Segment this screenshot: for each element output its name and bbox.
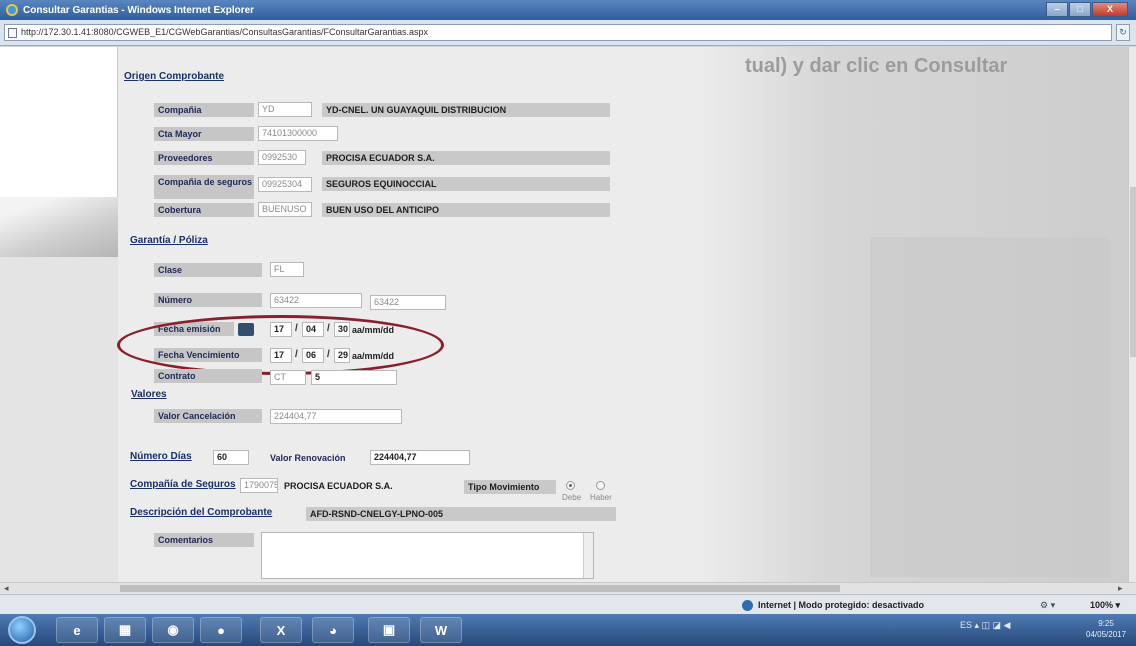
compania-seguros-label: Compañia de seguros: [154, 175, 254, 199]
project-taskbar-icon[interactable]: ▣: [368, 617, 410, 643]
proveedores-name: PROCISA ECUADOR S.A.: [322, 151, 610, 165]
comentarios-label: Comentarios: [154, 533, 254, 547]
security-zone-text: Internet | Modo protegido: desactivado: [758, 600, 925, 610]
clock-date: 04/05/2017: [1086, 630, 1127, 639]
compania-name: YD-CNEL. UN GUAYAQUIL DISTRIBUCION: [322, 103, 610, 117]
system-tray[interactable]: ES ▴ ◫ ◪ ◀: [960, 620, 1010, 631]
firefox-taskbar-icon[interactable]: ◕: [312, 617, 354, 643]
refresh-button[interactable]: ↻: [1116, 24, 1130, 41]
numero-dias-field[interactable]: 60: [213, 450, 249, 465]
numero-label: Número: [154, 293, 262, 307]
descripcion-label: Descripción del Comprobante: [130, 507, 273, 518]
left-strip: [0, 257, 118, 582]
url-text: http://172.30.1.41:8080/CGWEB_E1/CGWebGa…: [21, 27, 429, 37]
chrome-taskbar-icon[interactable]: ◉: [152, 617, 194, 643]
ie-taskbar-icon[interactable]: e: [56, 617, 98, 643]
horizontal-scroll-thumb[interactable]: [120, 585, 840, 592]
taskbar-clock[interactable]: 9:25 04/05/2017: [1086, 618, 1126, 640]
page-content: tual) y dar clic en Consultar Origen Com…: [0, 47, 1128, 582]
taskbar: e ▦ ◉ ● X ◕ ▣ W ES ▴ ◫ ◪ ◀ 9:25 04/05/20…: [0, 614, 1136, 646]
status-bar: Internet | Modo protegido: desactivado ⚙…: [0, 594, 1136, 614]
word-taskbar-icon[interactable]: W: [420, 617, 462, 643]
garantia-section-title: Garantía / Póliza: [130, 235, 208, 246]
banner-swoosh: [0, 197, 118, 257]
media-taskbar-icon[interactable]: ●: [200, 617, 242, 643]
explorer-taskbar-icon[interactable]: ▦: [104, 617, 146, 643]
window-title: Consultar Garantias - Windows Internet E…: [23, 4, 255, 16]
maximize-button[interactable]: □: [1069, 2, 1091, 17]
zoom-level[interactable]: 100% ▾: [1090, 598, 1120, 612]
valor-cancelacion-field[interactable]: 224404,77: [270, 409, 402, 424]
valor-renovacion-label: Valor Renovación: [270, 453, 346, 463]
valor-cancelacion-label: Valor Cancelación: [154, 409, 262, 423]
comentarios-textarea[interactable]: [261, 532, 594, 579]
close-button[interactable]: X: [1092, 2, 1128, 17]
debe-label: Debe: [562, 493, 582, 502]
clase-field[interactable]: FL: [270, 262, 304, 277]
descripcion-value: AFD-RSND-CNELGY-LPNO-005: [306, 507, 616, 521]
compania-label: Compañia: [154, 103, 254, 117]
page-icon: [8, 28, 17, 38]
background-overlay-panel: [870, 237, 1110, 577]
security-zone[interactable]: Internet | Modo protegido: desactivado: [742, 598, 924, 612]
cobertura-code-field[interactable]: BUENUSO: [258, 202, 312, 217]
scroll-right-icon[interactable]: ▸: [1118, 583, 1123, 594]
left-banner: [0, 47, 118, 257]
compania-seguros-valores-name: PROCISA ECUADOR S.A.: [284, 481, 393, 491]
compania-seguros-name: SEGUROS EQUINOCCIAL: [322, 177, 610, 191]
vertical-scrollbar[interactable]: [1128, 47, 1136, 582]
globe-icon: [742, 600, 753, 611]
contrato-code-field[interactable]: CT: [270, 370, 306, 385]
valores-section-title: Valores: [131, 389, 167, 400]
compania-code-field[interactable]: YD: [258, 102, 312, 117]
numero-field-2[interactable]: 63422: [370, 295, 446, 310]
cobertura-label: Cobertura: [154, 203, 254, 217]
numero-dias-label: Número Días: [130, 451, 192, 462]
numero-field-1[interactable]: 63422: [270, 293, 362, 308]
minimize-button[interactable]: –: [1046, 2, 1068, 17]
scroll-left-icon[interactable]: ◂: [4, 583, 9, 594]
proveedores-code-field[interactable]: 0992530: [258, 150, 306, 165]
excel-taskbar-icon[interactable]: X: [260, 617, 302, 643]
cobertura-name: BUEN USO DEL ANTICIPO: [322, 203, 610, 217]
address-bar: http://172.30.1.41:8080/CGWEB_E1/CGWebGa…: [0, 20, 1136, 46]
origen-section-title: Origen Comprobante: [124, 71, 225, 82]
horizontal-scrollbar[interactable]: ◂ ▸: [0, 582, 1136, 594]
compania-seguros-code-field[interactable]: 09925304: [258, 177, 312, 192]
clock-time: 9:25: [1098, 619, 1114, 628]
start-button[interactable]: [8, 616, 36, 644]
clase-label: Clase: [154, 263, 262, 277]
background-document-text: tual) y dar clic en Consultar: [745, 55, 1008, 77]
contrato-field[interactable]: 5: [311, 370, 397, 385]
internet-explorer-icon: [6, 4, 18, 16]
textarea-scrollbar[interactable]: [583, 533, 593, 578]
proveedores-label: Proveedores: [154, 151, 254, 165]
compania-seguros-valores-code[interactable]: 1790075: [240, 478, 278, 493]
security-menu[interactable]: ⚙ ▾: [1040, 598, 1055, 612]
haber-label: Haber: [590, 493, 612, 502]
cta-mayor-field[interactable]: 74101300000: [258, 126, 338, 141]
red-highlight-oval: [117, 315, 444, 375]
haber-radio[interactable]: [596, 481, 605, 490]
tipo-movimiento-label: Tipo Movimiento: [464, 480, 556, 494]
debe-radio[interactable]: [566, 481, 575, 490]
compania-seguros-valores-label: Compañía de Seguros: [130, 479, 236, 490]
cta-mayor-label: Cta Mayor: [154, 127, 254, 141]
vertical-scroll-thumb[interactable]: [1130, 187, 1136, 357]
url-input[interactable]: http://172.30.1.41:8080/CGWEB_E1/CGWebGa…: [4, 24, 1112, 41]
window-titlebar: Consultar Garantias - Windows Internet E…: [0, 0, 1136, 20]
valor-renovacion-field[interactable]: 224404,77: [370, 450, 470, 465]
contrato-label: Contrato: [154, 369, 262, 383]
